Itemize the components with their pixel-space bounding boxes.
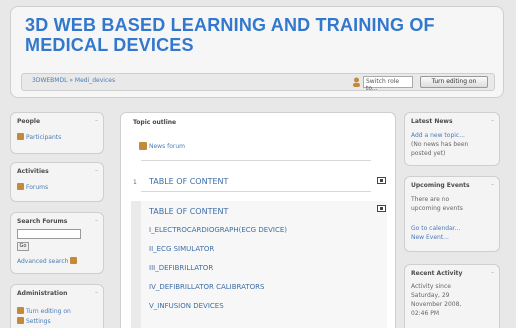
divider	[141, 191, 371, 192]
topic-link[interactable]: V_INFUSION DEVICES	[149, 302, 224, 310]
participants-link[interactable]: Participants	[17, 133, 61, 141]
administration-block: Administration – Turn editing on Setting…	[10, 284, 104, 328]
topic-link[interactable]: II_ECG SIMULATOR	[149, 245, 214, 253]
site-title: 3D WEB BASED LEARNING AND TRAINING OF ME…	[25, 15, 435, 55]
recent-activity-block: Recent Activity – Activity since Saturda…	[404, 264, 500, 328]
topic-outline: Topic outline News forum 1 TABLE OF CONT…	[120, 112, 396, 328]
activity-text: 02:46 PM	[411, 310, 439, 317]
section-number: 1	[133, 179, 137, 186]
block-title: Search Forums	[17, 218, 68, 225]
turn-editing-on-button[interactable]: Turn editing on	[420, 76, 488, 88]
help-icon[interactable]	[70, 257, 78, 264]
news-text: posted yet)	[411, 150, 446, 157]
people-block: People – Participants	[10, 112, 104, 154]
collapse-icon[interactable]: –	[95, 117, 98, 124]
turn-editing-on-link[interactable]: Turn editing on	[17, 307, 71, 315]
topic-link[interactable]: TABLE OF CONTENT	[149, 207, 228, 216]
go-button[interactable]: Go	[17, 242, 29, 251]
activity-text: Activity since	[411, 283, 451, 290]
collapse-icon[interactable]: –	[95, 217, 98, 224]
forum-icon	[139, 142, 147, 150]
search-forums-block: Search Forums – Go Advanced search	[10, 212, 104, 274]
edit-icon	[17, 307, 24, 314]
user-icon	[353, 77, 360, 87]
block-title: Activities	[17, 168, 49, 175]
breadcrumb[interactable]: 3DWEBMDL » Medi_devices	[32, 77, 115, 84]
new-event-link[interactable]: New Event...	[411, 234, 449, 241]
page-header: 3D WEB BASED LEARNING AND TRAINING OF ME…	[10, 6, 504, 98]
topic-outline-title: Topic outline	[133, 119, 177, 126]
events-text: upcoming events	[411, 205, 463, 212]
block-title: People	[17, 118, 41, 125]
activities-block: Activities – Forums	[10, 162, 104, 202]
block-title: Recent Activity	[411, 270, 463, 277]
collapse-icon[interactable]: –	[95, 167, 98, 174]
navigation-bar: 3DWEBMDL » Medi_devices Switch role to..…	[21, 73, 495, 92]
section-link[interactable]: TABLE OF CONTENT	[149, 177, 228, 186]
news-forum-link[interactable]: News forum	[149, 143, 185, 150]
highlight-section-icon[interactable]	[377, 205, 386, 212]
people-icon	[17, 133, 24, 140]
activity-text: Saturday, 29	[411, 292, 450, 299]
search-input[interactable]	[17, 229, 81, 239]
forums-link[interactable]: Forums	[17, 183, 48, 191]
collapse-icon[interactable]: –	[491, 117, 494, 124]
events-text: There are no	[411, 196, 450, 203]
settings-link[interactable]: Settings	[17, 317, 51, 325]
settings-icon	[17, 317, 24, 324]
forum-icon	[17, 183, 24, 190]
latest-news-block: Latest News – Add a new topic... (No new…	[404, 112, 500, 166]
activity-text: November 2008,	[411, 301, 462, 308]
upcoming-events-block: Upcoming Events – There are no upcoming …	[404, 176, 500, 252]
block-title: Latest News	[411, 118, 453, 125]
collapse-icon[interactable]: –	[95, 289, 98, 296]
calendar-link[interactable]: Go to calendar...	[411, 225, 460, 232]
collapse-icon[interactable]: –	[491, 181, 494, 188]
switch-role-select[interactable]: Switch role to...	[363, 76, 413, 92]
topic-link[interactable]: III_DEFIBRILLATOR	[149, 264, 213, 272]
divider	[141, 160, 371, 161]
collapse-icon[interactable]: –	[491, 269, 494, 276]
highlight-section-icon[interactable]	[377, 177, 386, 184]
topic-link[interactable]: IV_DEFIBRILLATOR CALIBRATORS	[149, 283, 264, 291]
add-topic-link[interactable]: Add a new topic...	[411, 132, 465, 139]
block-title: Administration	[17, 290, 68, 297]
block-title: Upcoming Events	[411, 182, 470, 189]
advanced-search-link[interactable]: Advanced search	[17, 257, 79, 265]
news-text: (No news has been	[411, 141, 469, 148]
topic-link[interactable]: I_ELECTROCARDIOGRAPH(ECG DEVICE)	[149, 226, 287, 234]
